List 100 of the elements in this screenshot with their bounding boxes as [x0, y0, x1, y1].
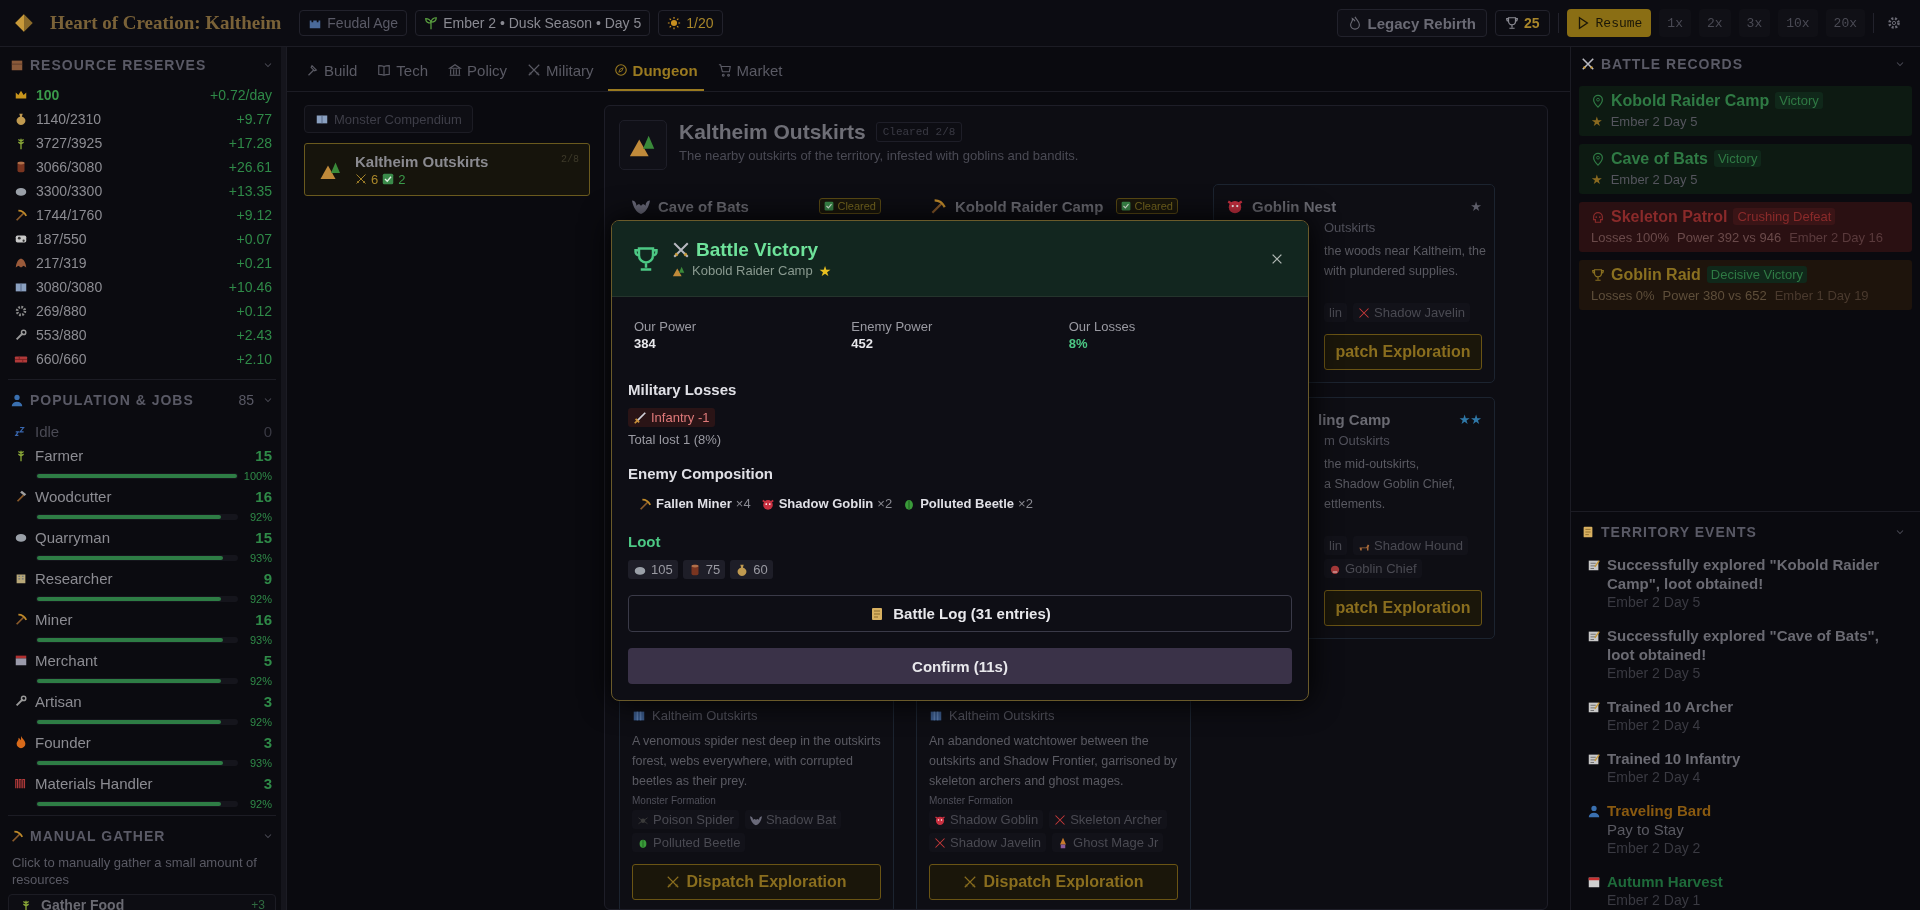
efficiency-percent: 93% [249, 551, 272, 564]
event-title: Trained 10 Archer [1607, 697, 1734, 716]
record-detail: Ember 2 Day 5 [1610, 113, 1698, 129]
resume-button[interactable]: Resume [1566, 9, 1652, 37]
battle-record[interactable]: Kobold Raider Camp Victory ★ Ember 2 Day 5 [1579, 85, 1912, 136]
rating-stars: ★ [1591, 171, 1603, 187]
monster-tag: Shadow Javelin [929, 833, 1047, 852]
compass-icon [613, 63, 628, 77]
dispatch-button[interactable]: patch Exploration [1324, 334, 1482, 370]
section-title: RESOURCE RESERVES [30, 57, 207, 73]
scroll-icon [1581, 524, 1595, 539]
open-book-icon [377, 63, 392, 77]
resource-amount: 3727/3925 [36, 135, 103, 151]
region-description: The nearby outskirts of the territory, infested with goblins and bandits. [679, 148, 1079, 163]
job-count: 16 [255, 487, 272, 505]
monster-tag: Shadow Goblin [929, 810, 1044, 829]
event-title: Successfully explored "Kobold Raider Camp", loot obtained! [1607, 555, 1881, 593]
resource-rate: +17.28 [228, 135, 272, 151]
event-title: Traveling Bard [1607, 801, 1712, 820]
efficiency-percent: 92% [249, 715, 272, 728]
dialog-title: Battle Victory [696, 238, 819, 261]
dispatch-button[interactable]: Dispatch Exploration [632, 864, 881, 900]
legacy-rebirth-button[interactable]: Legacy Rebirth [1336, 9, 1487, 37]
map-pin-icon [1591, 151, 1605, 166]
dungeon-title: Cave of Bats [658, 197, 749, 215]
efficiency-percent: 92% [249, 510, 272, 523]
job-name: Idle [35, 422, 60, 440]
skull-icon [1591, 209, 1605, 224]
pickaxe-icon [638, 496, 652, 511]
section-title: POPULATION & JOBS [30, 392, 194, 408]
section-title: BATTLE RECORDS [1601, 56, 1744, 73]
log-icon [14, 160, 28, 174]
job-name: Artisan [35, 692, 82, 710]
crossed-arrows-icon [934, 836, 946, 849]
event-title: Trained 10 Infantry [1607, 749, 1741, 768]
settings-icon [1886, 15, 1902, 31]
dungeon-title: Goblin Nest [1252, 197, 1337, 215]
monster-tag: Ghost Mage Jr [1052, 833, 1164, 852]
job-name: Researcher [35, 569, 113, 587]
monster-tag: lin [1324, 303, 1347, 322]
tab[interactable]: Tech [371, 51, 435, 91]
record-detail: Power 380 vs 652 [1662, 287, 1767, 303]
location-label: Outskirts [1324, 220, 1376, 235]
section-title: TERRITORY EVENTS [1601, 523, 1757, 540]
result-badge: Victory [1775, 92, 1823, 110]
axe-icon [14, 489, 28, 503]
tab[interactable]: Dungeon [607, 51, 704, 91]
job-count: 15 [255, 528, 272, 546]
population-total: 85 [238, 392, 254, 408]
monster-tag: Shadow Hound [1353, 536, 1468, 555]
monster-tag: Shadow Javelin [1353, 303, 1471, 322]
crossed-arrows-icon [1054, 813, 1067, 826]
bank-icon [448, 63, 463, 77]
region-title: Kaltheim Outskirts [679, 120, 866, 144]
store-icon [14, 653, 28, 667]
app-title: Heart of Creation: Kaltheim [50, 12, 282, 34]
loot-chip: 60 [730, 560, 773, 579]
trophy-icon [1504, 16, 1519, 30]
difficulty-stars: ★★ [1458, 411, 1482, 427]
resource-rate: +9.77 [236, 111, 272, 127]
section-heading: Enemy Composition [628, 465, 774, 482]
checkbox-icon [382, 173, 395, 185]
battle-log-button[interactable]: Battle Log (31 entries) [628, 595, 1292, 632]
speed-button[interactable]: 2x [1698, 9, 1731, 37]
enemy-count: ×4 [735, 496, 751, 511]
event-title: Successfully explored "Cave of Bats", loot obtained! [1607, 626, 1880, 664]
speed-button[interactable]: 3x [1738, 9, 1771, 37]
dagger-icon [633, 410, 647, 425]
resource-amount: 269/880 [36, 303, 87, 319]
efficiency-percent: 93% [249, 756, 272, 769]
gather-button[interactable]: Gather Food +3 [8, 894, 276, 910]
person-icon [10, 393, 24, 407]
job-count: 5 [263, 651, 272, 669]
tab[interactable]: Build [299, 51, 364, 91]
cleared-badge: Cleared [819, 198, 881, 214]
tab[interactable]: Military [521, 51, 600, 91]
speed-button[interactable]: 10x [1778, 9, 1818, 37]
speed-button[interactable]: 1x [1659, 9, 1691, 37]
dispatch-button[interactable]: patch Exploration [1324, 590, 1482, 626]
resource-rate: +13.35 [228, 183, 272, 199]
resource-rate: +0.12 [236, 303, 272, 319]
resource-amount: 100 [36, 87, 60, 103]
battle-record[interactable]: Cave of Bats Victory ★ Ember 2 Day 5 [1579, 143, 1912, 194]
era-badge: Feudal Age [299, 10, 408, 36]
confirm-button[interactable]: Confirm (11s) [628, 648, 1292, 684]
dispatch-button[interactable]: Dispatch Exploration [929, 864, 1178, 900]
loot-chip: 75 [682, 560, 726, 579]
speed-button[interactable]: 20x [1825, 9, 1865, 37]
monster-tag: Shadow Bat [744, 810, 842, 829]
resource-rate: +9.12 [236, 207, 272, 223]
job-name: Woodcutter [35, 487, 112, 505]
notepad-icon [1587, 700, 1601, 714]
rating-stars: ★ [1591, 113, 1603, 129]
monster-tag: Poison Spider [632, 810, 739, 829]
tab[interactable]: Market [711, 51, 789, 91]
loss-chip: Infantry -1 [628, 408, 715, 427]
flame-icon [1347, 16, 1362, 30]
tab[interactable]: Policy [442, 51, 514, 91]
resource-amount: 217/319 [36, 255, 87, 271]
resource-rate: +0.21 [236, 255, 272, 271]
